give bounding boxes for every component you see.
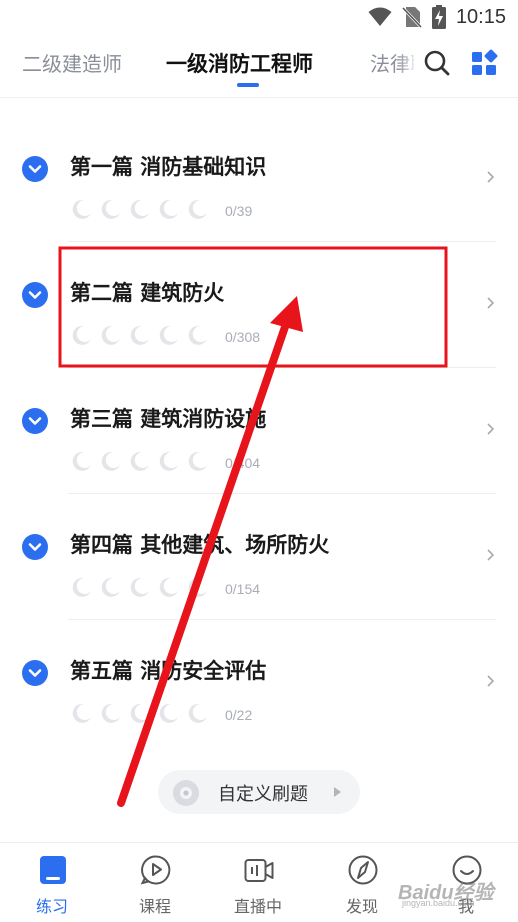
crescent-moon-icon	[130, 199, 149, 219]
mastery-rating	[70, 450, 208, 472]
crescent-moon-icon	[72, 451, 91, 471]
crescent-moon-icon	[188, 325, 207, 345]
crescent-moon-icon	[188, 703, 207, 723]
mastery-rating	[70, 576, 208, 598]
tab-first-grade-fire-engineer[interactable]: 一级消防工程师	[166, 48, 313, 78]
expand-chevron-icon[interactable]	[22, 408, 48, 434]
crescent-moon-icon	[72, 199, 91, 219]
chapter-progress: 0/39	[225, 203, 253, 219]
crescent-moon-icon	[159, 199, 178, 219]
chapter-row[interactable]: 第四篇 其他建筑、场所防火 0/154	[0, 494, 518, 620]
search-icon[interactable]	[422, 48, 452, 78]
baidu-watermark: Baidu经验 jingyan.baidu.com	[398, 876, 494, 908]
chapter-row[interactable]: 第二篇 建筑防火 0/308	[0, 242, 518, 368]
nav-label: 发现	[345, 897, 378, 916]
expand-chevron-icon[interactable]	[22, 534, 48, 560]
crescent-moon-icon	[159, 325, 178, 345]
chapter-row[interactable]: 第三篇 建筑消防设施 0/404	[0, 368, 518, 494]
tab-second-grade-constructor[interactable]: 二级建造师	[22, 48, 122, 77]
chapter-progress: 0/154	[225, 581, 261, 597]
status-bar: 10:15	[0, 0, 518, 36]
compass-icon	[348, 855, 378, 885]
grid-menu-icon[interactable]	[470, 48, 500, 78]
play-bubble-icon	[140, 855, 171, 885]
nav-label: 练习	[35, 897, 68, 916]
wifi-icon	[368, 7, 392, 26]
chapter-row[interactable]: 第一篇 消防基础知识 0/39	[0, 116, 518, 242]
crescent-moon-icon	[130, 577, 149, 597]
nav-live[interactable]: 直播中	[208, 843, 308, 922]
custom-practice-button[interactable]: 自定义刷题	[158, 770, 360, 814]
chapter-title: 第三篇 建筑消防设施	[70, 407, 267, 431]
nav-discover[interactable]: 发现	[312, 843, 412, 922]
chapter-title: 第二篇 建筑防火	[70, 281, 225, 305]
mastery-rating	[70, 324, 208, 346]
chevron-right-icon	[487, 549, 495, 561]
nav-label: 直播中	[233, 897, 282, 916]
chevron-right-icon	[487, 423, 495, 435]
active-tab-indicator	[237, 83, 259, 87]
nav-practice[interactable]: 练习	[2, 843, 102, 922]
crescent-moon-icon	[72, 703, 91, 723]
expand-chevron-icon[interactable]	[22, 660, 48, 686]
crescent-moon-icon	[101, 703, 120, 723]
chapter-progress: 0/404	[225, 455, 261, 471]
crescent-moon-icon	[101, 325, 120, 345]
custom-practice-label: 自定义刷题	[218, 784, 308, 805]
crescent-moon-icon	[188, 199, 207, 219]
crescent-moon-icon	[188, 577, 207, 597]
crescent-moon-icon	[130, 325, 149, 345]
chevron-right-icon	[487, 297, 495, 309]
crescent-moon-icon	[130, 451, 149, 471]
chevron-right-icon	[487, 171, 495, 183]
chapter-row[interactable]: 第五篇 消防安全评估 0/22	[0, 620, 518, 746]
crescent-moon-icon	[188, 451, 207, 471]
no-sim-icon	[401, 6, 422, 28]
nav-label: 课程	[138, 897, 171, 916]
chapter-progress: 0/22	[225, 707, 253, 723]
crescent-moon-icon	[159, 577, 178, 597]
status-time: 10:15	[455, 5, 506, 28]
expand-chevron-icon[interactable]	[22, 156, 48, 182]
mastery-rating	[70, 198, 208, 220]
live-camera-icon	[244, 859, 274, 882]
crescent-moon-icon	[101, 199, 120, 219]
crescent-moon-icon	[159, 703, 178, 723]
crescent-moon-icon	[72, 325, 91, 345]
tab-fade	[398, 36, 418, 96]
watermark-subtext: jingyan.baidu.com	[402, 898, 475, 908]
crescent-moon-icon	[72, 577, 91, 597]
top-tab-bar: 二级建造师 一级消防工程师 法律职	[0, 36, 518, 98]
disc-icon	[173, 780, 199, 806]
chapter-title: 第五篇 消防安全评估	[70, 659, 267, 683]
book-icon	[40, 856, 66, 884]
crescent-moon-icon	[101, 451, 120, 471]
chapter-progress: 0/308	[225, 329, 261, 345]
battery-charging-icon	[431, 5, 446, 29]
crescent-moon-icon	[130, 703, 149, 723]
mastery-rating	[70, 702, 208, 724]
crescent-moon-icon	[101, 577, 120, 597]
status-icons: 10:15	[368, 5, 506, 29]
chevron-right-icon	[487, 675, 495, 687]
expand-chevron-icon[interactable]	[22, 282, 48, 308]
play-triangle-icon	[334, 787, 341, 797]
chapter-title: 第一篇 消防基础知识	[70, 155, 267, 179]
crescent-moon-icon	[159, 451, 178, 471]
nav-course[interactable]: 课程	[105, 843, 205, 922]
chapter-title: 第四篇 其他建筑、场所防火	[70, 533, 330, 557]
